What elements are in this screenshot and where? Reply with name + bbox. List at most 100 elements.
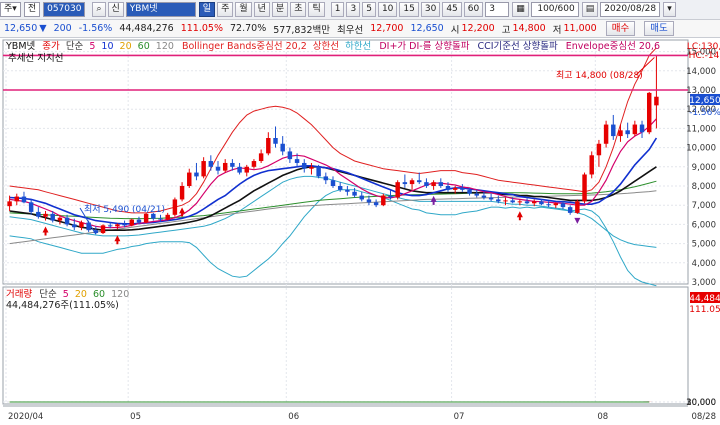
- legend-sma: 단순: [66, 41, 84, 52]
- candle-body: [424, 182, 429, 186]
- candle-body: [28, 202, 34, 212]
- candle-body: [402, 182, 408, 185]
- volume-tag-text: 44,484: [689, 294, 720, 304]
- candle-body: [323, 176, 329, 181]
- minute-button-10[interactable]: 10: [377, 2, 398, 17]
- candle-body: [72, 224, 77, 228]
- price-tick-label: 4,000: [692, 259, 716, 269]
- minute-custom-select[interactable]: 3: [485, 2, 510, 17]
- legend-volume-name: 거래량: [6, 288, 32, 300]
- search-icon[interactable]: ⌕: [92, 2, 106, 17]
- candle-body: [553, 203, 559, 206]
- candle-body: [474, 193, 479, 196]
- legend-right-cut2: HC:-14: [689, 51, 720, 61]
- period-button-second[interactable]: 초: [290, 2, 307, 17]
- stock-name-field[interactable]: YBM넷: [125, 2, 196, 17]
- candle-body: [452, 187, 458, 190]
- candle-body: [510, 200, 515, 203]
- price-tick-label: 7,000: [692, 201, 716, 211]
- candle-body: [273, 138, 278, 144]
- count-input[interactable]: 100/600: [530, 2, 579, 17]
- minute-button-5[interactable]: 5: [362, 2, 376, 17]
- period-button-minute[interactable]: 분: [271, 2, 289, 17]
- candle-body: [373, 202, 379, 206]
- candle-body: [115, 224, 120, 227]
- candle-body: [438, 182, 444, 186]
- candle-body: [395, 182, 400, 198]
- volume-ratio: 111.05%: [180, 23, 223, 34]
- date-tick-label: 07: [454, 412, 465, 422]
- mode-day-button[interactable]: 일: [198, 2, 216, 17]
- buy-button[interactable]: 매수: [605, 21, 636, 36]
- stock-chart[interactable]: 15,00014,00013,00012,00011,00010,0009,00…: [0, 38, 720, 425]
- candle-body: [524, 201, 530, 204]
- best-ask: 12,700: [370, 23, 404, 34]
- low-annotation: 최저 5,490 (04/21): [84, 204, 165, 215]
- minute-button-15[interactable]: 15: [399, 2, 419, 17]
- stock-code-input[interactable]: 057030: [43, 2, 86, 17]
- period-select[interactable]: 전: [23, 2, 41, 17]
- candle-body: [625, 130, 630, 135]
- candle-body: [280, 143, 285, 152]
- candle-body: [294, 159, 300, 163]
- volume-value: 44,484,276: [119, 23, 174, 34]
- candle-body: [86, 222, 91, 231]
- date-tick-label: 08/28: [692, 412, 717, 422]
- date-tick-label: 06: [288, 412, 299, 422]
- legend-vol-ma120: 120: [111, 289, 129, 300]
- period-button-week[interactable]: 주: [217, 2, 234, 17]
- price-tick-label: 8,000: [692, 182, 716, 192]
- candle-body: [596, 143, 602, 156]
- date-input[interactable]: 2020/08/28: [600, 2, 661, 17]
- price-change: 200: [53, 23, 72, 34]
- candle-body: [208, 161, 214, 167]
- legend-volume-row: 거래량 단순 5 20 60 120: [6, 288, 129, 300]
- price-tick-label: 6,000: [692, 220, 716, 230]
- legend-cci: CCI기준선 상향돌파: [477, 40, 558, 52]
- current-price-tag-text: 12,650: [689, 96, 720, 106]
- candle-body: [337, 186, 343, 190]
- candle-body: [57, 217, 63, 221]
- legend-ma10: 10: [101, 41, 113, 52]
- minute-button-60[interactable]: 60: [463, 2, 484, 17]
- minute-button-3[interactable]: 3: [346, 2, 361, 17]
- legend-close: 종가: [42, 41, 60, 52]
- minute-button-30[interactable]: 30: [420, 2, 441, 17]
- candle-body: [381, 195, 386, 206]
- low-value: 11,000: [563, 23, 597, 34]
- candle-body: [215, 166, 221, 171]
- period-button-year[interactable]: 년: [253, 2, 270, 17]
- candle-body: [366, 199, 372, 203]
- candle-body: [417, 180, 422, 183]
- sell-button[interactable]: 매도: [644, 21, 674, 36]
- legend-volume-sma: 단순: [39, 289, 57, 300]
- minute-button-45[interactable]: 45: [442, 2, 462, 17]
- candle-body: [194, 172, 199, 177]
- best-bid: 12,650: [410, 23, 444, 34]
- legend-trend-support: 추세선 지지선: [8, 53, 63, 64]
- minute-button-1[interactable]: 1: [330, 2, 345, 17]
- date-tick-label: 05: [130, 412, 141, 422]
- period-button-tick[interactable]: 틱: [308, 2, 325, 17]
- low-label: 저: [552, 24, 562, 36]
- candle-body: [388, 195, 393, 198]
- candle-body: [309, 166, 314, 169]
- settings-icon[interactable]: ▤: [581, 2, 599, 17]
- candle-body: [654, 96, 659, 106]
- candle-body: [445, 186, 451, 190]
- legend-bb: Bollinger Bands중심선 20,2: [182, 41, 307, 52]
- price-tick-label: 9,000: [692, 163, 716, 173]
- market-select[interactable]: 주▾: [0, 2, 21, 17]
- candle-body: [136, 219, 142, 223]
- date-picker-icon[interactable]: ▾: [663, 2, 676, 17]
- price-tick-label: 11,000: [686, 124, 716, 134]
- period-button-month[interactable]: 월: [235, 2, 252, 17]
- candle-body: [546, 204, 551, 206]
- trade-amount: 577,832백만: [273, 24, 330, 36]
- candle-body: [79, 222, 84, 228]
- candle-body: [266, 138, 271, 154]
- calendar-icon[interactable]: ▦: [512, 2, 529, 17]
- chart-background: [0, 38, 720, 425]
- price-tick-label: 3,000: [692, 278, 716, 288]
- chart-area[interactable]: 15,000 14,000 13,000 12,000 11,000 10,000 9,00…: [0, 38, 720, 425]
